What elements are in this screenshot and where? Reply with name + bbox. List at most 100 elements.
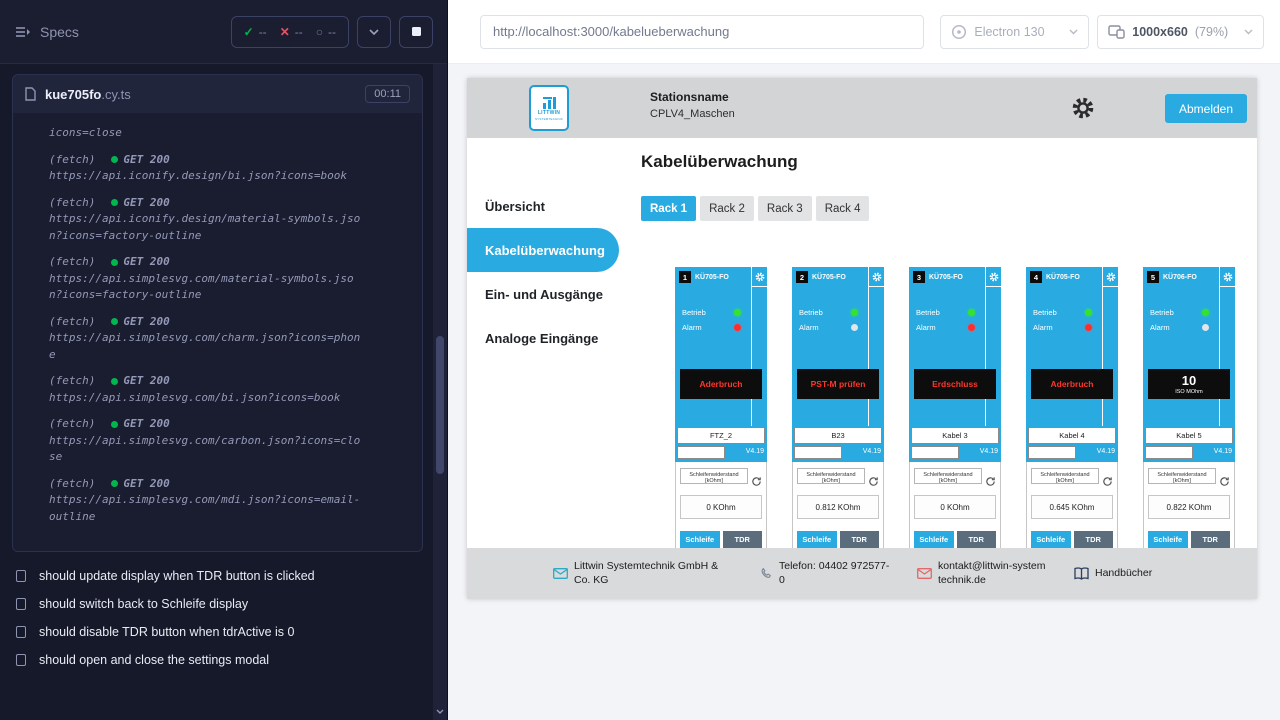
- stat-failed: ✕--: [280, 25, 303, 39]
- tab-rack-3[interactable]: Rack 3: [758, 196, 812, 221]
- resistance-value: 0.645 KOhm: [1031, 495, 1113, 519]
- phone-icon: [760, 567, 773, 580]
- fetch-log-entry[interactable]: (fetch)GET 200 https://api.simplesvg.com…: [49, 254, 412, 304]
- firmware-version: V4.19: [746, 448, 764, 455]
- device-settings-icon[interactable]: [1220, 267, 1235, 287]
- logout-button[interactable]: Abmelden: [1165, 94, 1247, 123]
- browser-name: Electron 130: [974, 25, 1044, 39]
- device-settings-icon[interactable]: [1103, 267, 1118, 287]
- log-url: https://api.iconify.design/material-symb…: [49, 211, 361, 244]
- device-card: 2 KÜ705-FO Betrieb Alarm PST-M prüfen: [792, 267, 884, 572]
- fetch-log-entry[interactable]: (fetch)GET 200 https://api.iconify.desig…: [49, 152, 412, 185]
- screen: Specs ✓-- ✕-- ○-- kue705fo.cy.ts: [0, 0, 1280, 720]
- footer-manuals[interactable]: Handbücher: [1074, 567, 1152, 580]
- app-header: LITTWIN SYSTEMTECHNIK Stationsname CPLV4…: [467, 78, 1257, 138]
- littwin-app: LITTWIN SYSTEMTECHNIK Stationsname CPLV4…: [467, 78, 1257, 599]
- fetch-log-entry[interactable]: (fetch)GET 200 https://api.simplesvg.com…: [49, 314, 412, 364]
- footer-company[interactable]: Littwin Systemtechnik GmbH & Co. KG: [553, 560, 734, 586]
- iso-value: 10: [1182, 374, 1196, 387]
- betrieb-led: [1085, 309, 1092, 316]
- resistance-label: Schleifenwiderstand [kOhm]: [680, 468, 748, 484]
- device-side-column: [985, 267, 1001, 426]
- refresh-icon[interactable]: [868, 476, 879, 487]
- device-settings-icon[interactable]: [869, 267, 884, 287]
- betrieb-led: [1202, 309, 1209, 316]
- cable-name: Kabel 3: [911, 427, 999, 444]
- tdr-button[interactable]: TDR: [840, 531, 880, 548]
- cable-name: FTZ_2: [677, 427, 765, 444]
- x-icon: ✕: [280, 25, 290, 39]
- device-model: KÜ705-FO: [695, 274, 729, 281]
- collapse-button[interactable]: [357, 16, 391, 48]
- device-settings-icon[interactable]: [752, 267, 767, 287]
- tab-rack-4[interactable]: Rack 4: [816, 196, 870, 221]
- betrieb-label: Betrieb: [1150, 308, 1174, 317]
- footer-email[interactable]: kontakt@littwin-systemtechnik.de: [917, 560, 1048, 586]
- test-doc-icon: [16, 654, 26, 666]
- tdr-button[interactable]: TDR: [1074, 531, 1114, 548]
- refresh-icon[interactable]: [985, 476, 996, 487]
- electron-icon: [951, 24, 967, 40]
- device-cards: 1 KÜ705-FO Betrieb Alarm Aderbruch: [675, 267, 1257, 572]
- test-item[interactable]: should update display when TDR button is…: [16, 562, 431, 590]
- settings-gear-icon[interactable]: [1071, 96, 1095, 120]
- device-model: KÜ705-FO: [1046, 274, 1080, 281]
- fetch-log-entry[interactable]: (fetch)GET 200 https://api.simplesvg.com…: [49, 373, 412, 406]
- test-title: should disable TDR button when tdrActive…: [39, 625, 294, 639]
- nav-item-ein-ausgaenge[interactable]: Ein- und Ausgänge: [467, 272, 637, 316]
- runner-scrollbar[interactable]: [433, 64, 447, 720]
- schleife-button[interactable]: Schleife: [680, 531, 720, 548]
- spec-file-header[interactable]: kue705fo.cy.ts 00:11: [13, 75, 422, 113]
- firmware-version: V4.19: [1097, 448, 1115, 455]
- footer-phone[interactable]: Telefon: 04402 972577-0: [760, 560, 891, 586]
- littwin-logo: LITTWIN SYSTEMTECHNIK: [529, 85, 569, 131]
- viewport-select[interactable]: 1000x660 (79%): [1097, 15, 1264, 49]
- device-settings-icon[interactable]: [986, 267, 1001, 287]
- resistance-value: 0.812 KOhm: [797, 495, 879, 519]
- scroll-down-arrow[interactable]: [433, 704, 447, 718]
- schleife-button[interactable]: Schleife: [914, 531, 954, 548]
- test-title: should open and close the settings modal: [39, 653, 269, 667]
- refresh-icon[interactable]: [1102, 476, 1113, 487]
- tab-rack-2[interactable]: Rack 2: [700, 196, 754, 221]
- station-name: CPLV4_Maschen: [650, 108, 735, 120]
- page-title: Kabelüberwachung: [641, 152, 1257, 172]
- browser-select[interactable]: Electron 130: [940, 15, 1089, 49]
- alarm-label: Alarm: [1150, 323, 1170, 332]
- device-panel: 4 KÜ705-FO Betrieb Alarm Aderbruch: [1026, 267, 1118, 462]
- fetch-log-entry[interactable]: (fetch)GET 200 https://api.simplesvg.com…: [49, 416, 412, 466]
- station-label: Stationsname: [650, 90, 735, 104]
- fetch-log-entry[interactable]: (fetch)GET 200 https://api.iconify.desig…: [49, 195, 412, 245]
- refresh-icon[interactable]: [751, 476, 762, 487]
- test-item[interactable]: should open and close the settings modal: [16, 646, 431, 674]
- tdr-button[interactable]: TDR: [1191, 531, 1231, 548]
- fetch-log-entry[interactable]: (fetch)GET 200 https://api.simplesvg.com…: [49, 476, 412, 526]
- stop-button[interactable]: [399, 16, 433, 48]
- specs-label: Specs: [40, 24, 79, 40]
- test-doc-icon: [16, 598, 26, 610]
- specs-list-icon: [16, 26, 31, 38]
- betrieb-label: Betrieb: [682, 308, 706, 317]
- stat-pending: ○--: [316, 25, 336, 39]
- tdr-button[interactable]: TDR: [723, 531, 763, 548]
- chevron-down-icon: [1069, 29, 1078, 35]
- nav-item-uebersicht[interactable]: Übersicht: [467, 184, 637, 228]
- tab-rack-1[interactable]: Rack 1: [641, 196, 696, 221]
- refresh-icon[interactable]: [1219, 476, 1230, 487]
- alarm-label: Alarm: [682, 323, 702, 332]
- schleife-button[interactable]: Schleife: [797, 531, 837, 548]
- nav-item-analoge-eingaenge[interactable]: Analoge Eingänge: [467, 316, 637, 360]
- schleife-button[interactable]: Schleife: [1148, 531, 1188, 548]
- alarm-display: Erdschluss: [914, 369, 996, 399]
- tdr-button[interactable]: TDR: [957, 531, 997, 548]
- logo-glyph-icon: [542, 96, 557, 109]
- iso-display: 10 ISO MOhm: [1148, 369, 1230, 399]
- alarm-led: [1085, 324, 1092, 331]
- schleife-button[interactable]: Schleife: [1031, 531, 1071, 548]
- test-item[interactable]: should switch back to Schleife display: [16, 590, 431, 618]
- specs-toggle-button[interactable]: Specs: [16, 24, 79, 40]
- test-item[interactable]: should disable TDR button when tdrActive…: [16, 618, 431, 646]
- nav-item-kabelueberwachung[interactable]: Kabelüberwachung: [467, 228, 619, 272]
- scrollbar-thumb[interactable]: [436, 336, 444, 474]
- url-input[interactable]: [480, 15, 924, 49]
